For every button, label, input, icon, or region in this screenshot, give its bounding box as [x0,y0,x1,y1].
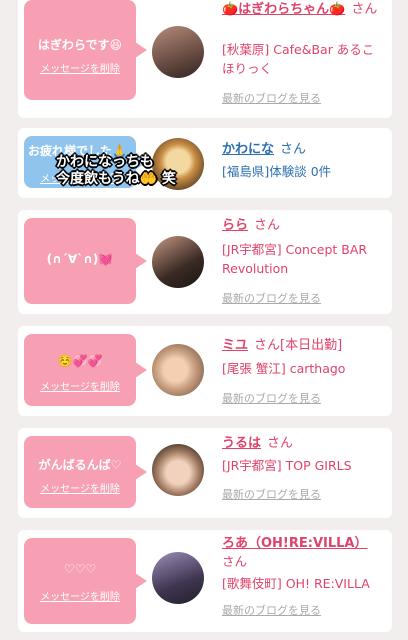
shop-info: [福島県]体験談 0件 [222,164,332,179]
delete-message-link[interactable]: メッセージを削除 [24,378,136,393]
latest-blog-link[interactable]: 最新のブログを見る [222,390,321,406]
message-bubble: (∩´∀`∩)💓 [24,218,147,304]
latest-blog-link[interactable]: 最新のブログを見る [222,90,321,106]
message-text: ☺️💞💞 [57,354,103,368]
shop-info: [JR宇都宮] TOP GIRLS [222,458,352,473]
sticker-line: 今度飲もうね🤲 笑 [56,171,176,187]
name-line: らら さん [222,216,386,235]
avatar[interactable] [152,26,204,78]
honorific: さん [222,554,248,569]
name-line: ミユ さん[本日出勤] [222,336,386,355]
cast-name-link[interactable]: うるは [222,436,261,451]
cast-name-link[interactable]: ミユ [222,338,248,353]
shop-info: [歌舞伎町] OH! RE:VILLA [222,576,370,591]
sticker-text: かわになっちも 今度飲もうね🤲 笑 [56,154,176,188]
honorific: さん [254,338,281,353]
delete-message-link[interactable]: メッセージを削除 [24,588,136,603]
cast-name-link[interactable]: らら [222,218,248,233]
message-bubble: ♡♡♡ メッセージを削除 [24,538,147,624]
sticker-line: かわになっちも [56,154,154,170]
message-bubble: がんばるんば♡ メッセージを削除 [24,436,147,508]
message-text: ♡♡♡ [63,562,97,576]
name-line: 🍅はぎわらちゃん🍅 さん [222,0,386,19]
cast-name-link[interactable]: かわにな [222,142,274,157]
name-line: うるは さん [222,434,386,453]
name-line: ろあ（OH!RE:VILLA） [222,534,386,553]
message-bubble: ☺️💞💞 メッセージを削除 [24,334,147,406]
cast-name-link[interactable]: ろあ（OH!RE:VILLA） [222,536,367,551]
honorific: さん [267,436,294,451]
message-text: がんばるんば♡ [38,458,122,472]
shop-info: [秋葉原] Cafe&Bar あるこほりっく [222,42,375,76]
message-bubble: はぎわらです😆 メッセージを削除 [24,0,147,100]
honorific: さん [280,142,307,157]
message-card: はぎわらです😆 メッセージを削除 🍅はぎわらちゃん🍅 さん [秋葉原] Cafe&… [18,0,392,118]
name-line: かわにな さん [222,140,386,159]
honorific: さん [254,218,281,233]
honorific: さん [351,2,378,17]
avatar[interactable] [152,552,204,604]
avatar[interactable] [152,236,204,288]
status-text: [本日出勤] [280,338,343,353]
message-card: ♡♡♡ メッセージを削除 ろあ（OH!RE:VILLA） さん [歌舞伎町] O… [18,530,392,632]
latest-blog-link[interactable]: 最新のブログを見る [222,290,321,306]
latest-blog-link[interactable]: 最新のブログを見る [222,486,321,502]
avatar[interactable] [152,444,204,496]
shop-info: [JR宇都宮] Concept BAR Revolution [222,242,368,276]
cast-name-link[interactable]: 🍅はぎわらちゃん🍅 [222,2,345,17]
message-text: (∩´∀`∩)💓 [46,252,114,266]
message-card: ☺️💞💞 メッセージを削除 ミユ さん[本日出勤] [尾張 蟹江] carthag… [18,326,392,416]
message-card: がんばるんば♡ メッセージを削除 うるは さん [JR宇都宮] TOP GIRLS… [18,428,392,518]
message-text: はぎわらです😆 [37,38,123,52]
delete-message-link[interactable]: メッセージを削除 [24,480,136,495]
delete-message-link[interactable]: メッセージを削除 [24,60,136,75]
avatar[interactable] [152,344,204,396]
message-card: (∩´∀`∩)💓 らら さん [JR宇都宮] Concept BAR Revolu… [18,210,392,314]
latest-blog-link[interactable]: 最新のブログを見る [222,602,321,618]
shop-info: [尾張 蟹江] carthago [222,361,346,376]
